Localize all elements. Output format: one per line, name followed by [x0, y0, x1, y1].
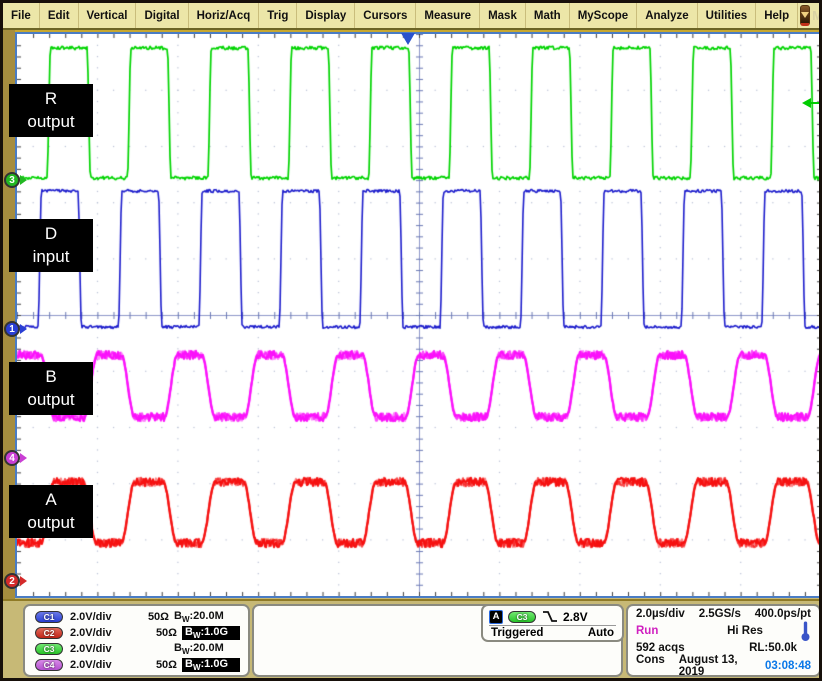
menu-vertical[interactable]: Vertical	[79, 3, 137, 28]
menu-myscope[interactable]: MyScope	[570, 3, 638, 28]
channel2-ground-marker[interactable]: 2	[4, 573, 20, 589]
cons-label: Cons	[636, 654, 665, 678]
channel4-row[interactable]: C4 2.0V/div 50Ω BW:1.0G	[35, 658, 240, 672]
menu-file[interactable]: File	[3, 3, 40, 28]
timebase: 2.0µs/div	[636, 608, 685, 620]
annotation-b-output: Boutput	[9, 362, 93, 415]
channel4-badge[interactable]: C4	[35, 659, 63, 671]
channel4-ground-marker[interactable]: 4	[4, 450, 20, 466]
channel1-bandwidth: BW:20.0M	[174, 610, 240, 624]
status-bar: C1 2.0V/div 50Ω BW:20.0M C2 2.0V/div 50Ω…	[3, 599, 819, 678]
channel1-ground-marker[interactable]: 1	[4, 321, 20, 337]
horizontal-readout-panel: 2.0µs/div 2.5GS/s 400.0ps/pt Run Hi Res …	[626, 604, 821, 677]
trigger-level-value: 2.8V	[563, 610, 588, 624]
channel1-badge[interactable]: C1	[35, 611, 63, 623]
channel3-ground-arrow	[20, 175, 27, 185]
trigger-a-icon[interactable]: A	[489, 610, 503, 624]
menu-edit[interactable]: Edit	[40, 3, 79, 28]
chevron-down-icon	[801, 12, 809, 18]
channel4-ground-arrow	[20, 453, 27, 463]
channel2-bandwidth: BW:1.0G	[182, 626, 240, 640]
trigger-status: Triggered	[491, 627, 543, 639]
menu-math[interactable]: Math	[526, 3, 570, 28]
channel1-row[interactable]: C1 2.0V/div 50Ω BW:20.0M	[35, 610, 240, 624]
menu-overflow-button[interactable]	[800, 5, 810, 26]
menu-bar: File Edit Vertical Digital Horiz/Acq Tri…	[3, 3, 819, 30]
annotation-r-output: Routput	[9, 84, 93, 137]
waveform-canvas	[17, 34, 821, 596]
menu-horiz-acq[interactable]: Horiz/Acq	[189, 3, 260, 28]
acquisition-state: Run	[636, 625, 696, 637]
acquisition-count: 592 acqs	[636, 642, 685, 654]
scope-window: File Edit Vertical Digital Horiz/Acq Tri…	[0, 0, 822, 681]
channel-readout-panel: C1 2.0V/div 50Ω BW:20.0M C2 2.0V/div 50Ω…	[23, 604, 250, 677]
channel2-row[interactable]: C2 2.0V/div 50Ω BW:1.0G	[35, 626, 240, 640]
model-label: MSO5104B	[812, 8, 822, 23]
channel3-ground-marker[interactable]: 3	[4, 172, 20, 188]
thermometer-icon	[800, 620, 811, 642]
menu-measure[interactable]: Measure	[416, 3, 480, 28]
trigger-level-arrow[interactable]	[801, 98, 821, 108]
channel1-ground-arrow	[20, 324, 27, 334]
annotation-d-input: Dinput	[9, 219, 93, 272]
channel3-bandwidth: BW:20.0M	[174, 642, 240, 656]
trigger-readout-panel: A C3 2.8V Triggered Auto	[481, 604, 624, 642]
graticule: Routput Dinput Boutput Aoutput	[15, 32, 822, 598]
channel3-row[interactable]: C3 2.0V/div BW:20.0M	[35, 642, 240, 656]
menu-utilities[interactable]: Utilities	[698, 3, 757, 28]
falling-edge-icon	[541, 610, 558, 623]
channel4-bandwidth: BW:1.0G	[182, 658, 240, 672]
trigger-mode: Auto	[588, 627, 614, 639]
trigger-position-marker[interactable]	[401, 33, 415, 45]
record-length: RL:50.0k	[685, 642, 811, 654]
annotation-a-output: Aoutput	[9, 485, 93, 538]
trigger-source-badge[interactable]: C3	[508, 611, 536, 623]
menu-display[interactable]: Display	[297, 3, 355, 28]
menu-analyze[interactable]: Analyze	[637, 3, 697, 28]
acquisition-mode: Hi Res	[696, 625, 794, 637]
sample-rate: 2.5GS/s	[685, 608, 755, 620]
menu-mask[interactable]: Mask	[480, 3, 526, 28]
left-arrow-icon	[802, 98, 811, 108]
channel2-badge[interactable]: C2	[35, 627, 63, 639]
clock: 03:08:48	[765, 660, 811, 672]
menu-trig[interactable]: Trig	[259, 3, 297, 28]
menu-digital[interactable]: Digital	[136, 3, 188, 28]
channel3-badge[interactable]: C3	[35, 643, 63, 655]
channel2-ground-arrow	[20, 576, 27, 586]
date-label: August 13, 2019	[679, 654, 765, 678]
resolution: 400.0ps/pt	[755, 608, 811, 620]
menu-help[interactable]: Help	[756, 3, 798, 28]
menu-cursors[interactable]: Cursors	[355, 3, 416, 28]
